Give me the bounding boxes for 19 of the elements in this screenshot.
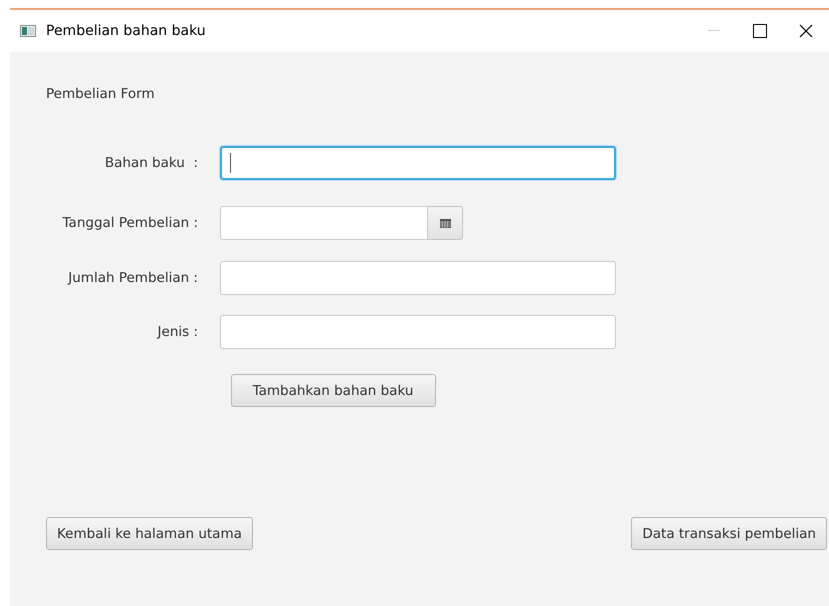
field-label: Bahan baku : (104, 155, 198, 171)
calendar-button[interactable] (428, 206, 463, 240)
footer-button[interactable]: Data transaksi pembelian (631, 517, 827, 550)
field-label: Tanggal Pembelian : (62, 215, 198, 231)
close-icon (799, 24, 813, 38)
add-button[interactable]: Tambahkan bahan baku (230, 374, 436, 407)
app-icon (20, 25, 36, 37)
field-label: Jenis : (156, 324, 198, 340)
form-heading: Pembelian Form (46, 86, 156, 102)
window-title: Pembelian bahan baku (46, 23, 207, 39)
text-field[interactable] (220, 146, 616, 180)
footer-button[interactable]: Kembali ke halaman utama (46, 517, 253, 550)
calendar-icon (440, 218, 450, 228)
date-field[interactable] (220, 206, 428, 240)
maximize-icon (753, 24, 767, 38)
minimize-icon (708, 30, 720, 32)
text-field[interactable] (220, 261, 616, 295)
text-field[interactable] (220, 315, 616, 349)
field-label: Jumlah Pembelian : (66, 270, 198, 286)
